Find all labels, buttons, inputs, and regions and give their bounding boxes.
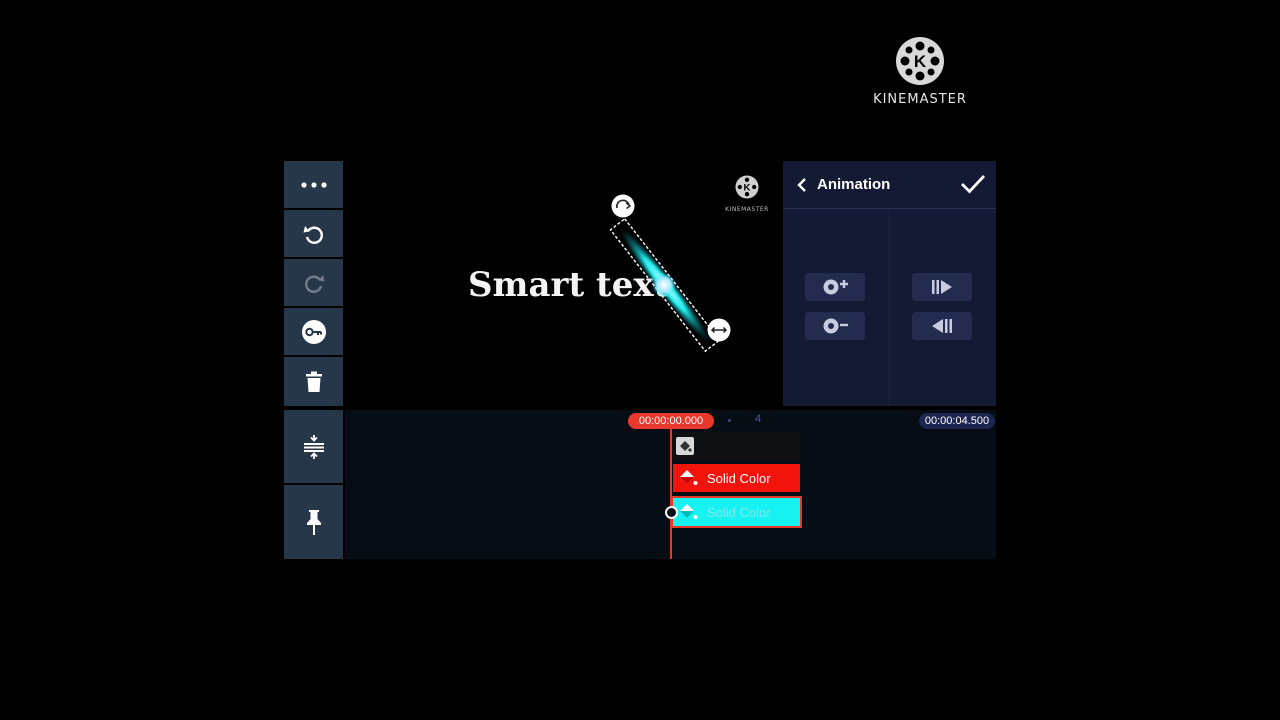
paint-bucket-icon bbox=[680, 504, 698, 519]
remove-keyframe-icon bbox=[823, 318, 848, 334]
animation-panel-title: Animation bbox=[817, 176, 891, 193]
next-keyframe-button[interactable] bbox=[912, 273, 972, 301]
redo-icon bbox=[304, 274, 324, 293]
kinemaster-logo-icon: K bbox=[895, 36, 945, 86]
glow-core bbox=[652, 273, 676, 297]
redo-button[interactable] bbox=[284, 259, 343, 306]
animation-panel-header: Animation bbox=[783, 161, 996, 209]
remove-keyframe-button[interactable] bbox=[805, 312, 865, 340]
playhead[interactable] bbox=[670, 429, 672, 559]
solid-color-clip-red[interactable]: Solid Color bbox=[673, 464, 800, 492]
kinemaster-watermark: K KINEMASTER bbox=[868, 36, 972, 107]
video-preview[interactable]: K KINEMASTER Smart text bbox=[345, 161, 781, 406]
selected-layer-overlay bbox=[609, 194, 731, 353]
timeline-tools bbox=[284, 410, 343, 559]
current-time-badge: 00:00:00.000 bbox=[628, 413, 714, 429]
ellipsis-icon bbox=[300, 181, 327, 188]
total-time-badge: 00:00:04.500 bbox=[919, 413, 995, 429]
watermark-brand-text: KINEMASTER bbox=[873, 92, 967, 107]
undo-button[interactable] bbox=[284, 210, 343, 257]
prev-keyframe-button[interactable] bbox=[912, 312, 972, 340]
playhead-handle[interactable] bbox=[665, 506, 678, 519]
key-icon bbox=[301, 319, 326, 344]
checkmark-icon bbox=[961, 175, 986, 194]
confirm-button[interactable] bbox=[960, 173, 986, 200]
back-button[interactable] bbox=[791, 177, 813, 193]
more-menu-button[interactable] bbox=[284, 161, 343, 208]
add-keyframe-button[interactable] bbox=[805, 273, 865, 301]
resize-handle-icon[interactable] bbox=[707, 318, 731, 342]
pin-button[interactable] bbox=[284, 485, 343, 559]
svg-text:K: K bbox=[914, 52, 927, 71]
rotate-handle-icon[interactable] bbox=[611, 194, 635, 218]
animation-panel: Animation bbox=[783, 161, 996, 406]
next-keyframe-icon bbox=[932, 280, 952, 294]
expand-vertical-icon bbox=[303, 434, 324, 459]
prev-keyframe-icon bbox=[932, 319, 952, 333]
panel-divider bbox=[889, 209, 890, 406]
timeline[interactable]: 00:00:00.000 4 00:00:04.500 Solid Color bbox=[345, 410, 996, 559]
undo-icon bbox=[303, 225, 323, 244]
clip-label: Solid Color bbox=[707, 504, 771, 520]
paint-bucket-icon bbox=[680, 470, 698, 485]
keyframe-button[interactable] bbox=[284, 308, 343, 355]
timeline-tick-label: 4 bbox=[755, 413, 762, 425]
paint-bucket-icon bbox=[680, 441, 692, 452]
layer-thumbnail bbox=[676, 437, 694, 455]
timeline-tick-dot bbox=[728, 419, 731, 422]
clip-label: Solid Color bbox=[707, 470, 771, 486]
editor-toolbar bbox=[284, 161, 343, 406]
pin-icon bbox=[306, 510, 321, 535]
solid-color-clip-cyan[interactable]: Solid Color bbox=[671, 496, 802, 528]
expand-timeline-button[interactable] bbox=[284, 410, 343, 483]
add-keyframe-icon bbox=[823, 279, 848, 295]
layer-track-header bbox=[672, 432, 800, 460]
delete-button[interactable] bbox=[284, 357, 343, 406]
chevron-left-icon bbox=[797, 177, 806, 192]
trash-icon bbox=[305, 371, 322, 392]
kinemaster-editor: K KINEMASTER Smart text Animation 00:00:… bbox=[284, 161, 996, 559]
